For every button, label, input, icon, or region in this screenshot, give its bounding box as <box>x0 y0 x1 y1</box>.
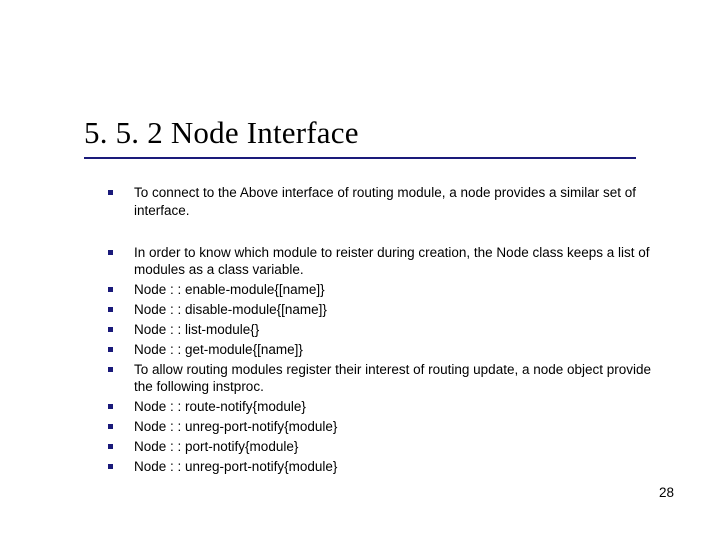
square-bullet-icon <box>108 321 124 332</box>
square-bullet-icon <box>108 301 124 312</box>
list-item-text: Node : : route-notify{module} <box>124 398 653 416</box>
slide: 5. 5. 2 Node Interface To connect to the… <box>0 0 720 540</box>
slide-body: To connect to the Above interface of rou… <box>108 184 653 477</box>
list-item: Node : : disable-module{[name]} <box>108 301 653 319</box>
list-item-text: To allow routing modules register their … <box>124 361 653 397</box>
list-item-text: Node : : enable-module{[name]} <box>124 281 653 299</box>
list-item-text: Node : : unreg-port-notify{module} <box>124 418 653 436</box>
list-item-text: Node : : port-notify{module} <box>124 438 653 456</box>
square-bullet-icon <box>108 244 124 255</box>
title-underline <box>84 157 636 159</box>
list-item: To allow routing modules register their … <box>108 361 653 397</box>
square-bullet-icon <box>108 398 124 409</box>
square-bullet-icon <box>108 341 124 352</box>
list-item: In order to know which module to reister… <box>108 244 653 280</box>
list-item-text: Node : : list-module{} <box>124 321 653 339</box>
list-item-text: To connect to the Above interface of rou… <box>124 184 653 220</box>
square-bullet-icon <box>108 458 124 469</box>
list-item-text: Node : : disable-module{[name]} <box>124 301 653 319</box>
list-item: To connect to the Above interface of rou… <box>108 184 653 220</box>
list-item: Node : : list-module{} <box>108 321 653 339</box>
title-region: 5. 5. 2 Node Interface <box>0 0 720 151</box>
square-bullet-icon <box>108 281 124 292</box>
list-item-text: Node : : get-module{[name]} <box>124 341 653 359</box>
square-bullet-icon <box>108 361 124 372</box>
square-bullet-icon <box>108 418 124 429</box>
list-item-text: In order to know which module to reister… <box>124 244 653 280</box>
list-item: Node : : get-module{[name]} <box>108 341 653 359</box>
page-number: 28 <box>659 485 674 500</box>
slide-title: 5. 5. 2 Node Interface <box>84 115 720 151</box>
list-item: Node : : port-notify{module} <box>108 438 653 456</box>
list-item: Node : : enable-module{[name]} <box>108 281 653 299</box>
list-item-text: Node : : unreg-port-notify{module} <box>124 458 653 476</box>
square-bullet-icon <box>108 438 124 449</box>
list-item: Node : : route-notify{module} <box>108 398 653 416</box>
square-bullet-icon <box>108 184 124 195</box>
list-item: Node : : unreg-port-notify{module} <box>108 458 653 476</box>
list-item: Node : : unreg-port-notify{module} <box>108 418 653 436</box>
